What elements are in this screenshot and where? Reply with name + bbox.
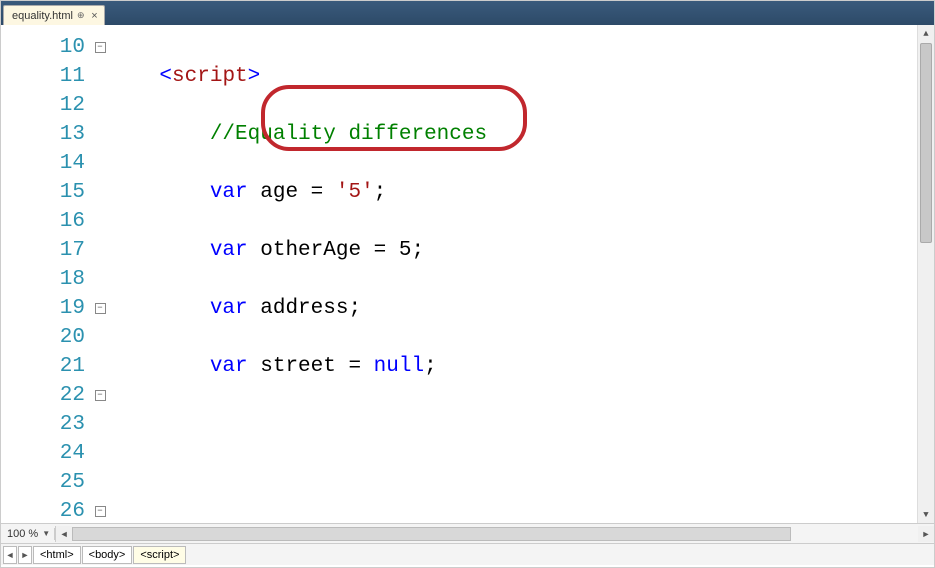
code-editor[interactable]: <script> //Equality differences var age …: [109, 25, 917, 523]
scroll-up-icon[interactable]: ▲: [918, 25, 934, 42]
line-number: 24: [1, 439, 85, 468]
vertical-scrollbar[interactable]: ▲ ▼: [917, 25, 934, 523]
fold-toggle[interactable]: −: [91, 381, 109, 410]
breadcrumb-bar: ◄ ► <html> <body> <script>: [1, 543, 934, 565]
kw-var: var: [210, 181, 248, 204]
kw-var: var: [210, 239, 248, 262]
line-number: 23: [1, 410, 85, 439]
tag-name: script: [172, 65, 248, 88]
code-text: age =: [248, 181, 336, 204]
line-number: 19: [1, 294, 85, 323]
zoom-control[interactable]: 100 % ▼: [1, 528, 55, 540]
scrollbar-thumb[interactable]: [920, 43, 932, 243]
code-text: ;: [424, 355, 437, 378]
fold-column: − − − −: [91, 25, 109, 523]
fold-toggle[interactable]: −: [91, 497, 109, 523]
breadcrumb-html[interactable]: <html>: [33, 546, 81, 564]
code-text: street =: [248, 355, 374, 378]
code-text: otherAge = 5;: [248, 239, 424, 262]
scrollbar-thumb[interactable]: [72, 527, 791, 541]
tab-equality[interactable]: equality.html ⊕ ×: [3, 5, 105, 25]
line-number: 21: [1, 352, 85, 381]
line-number: 25: [1, 468, 85, 497]
line-number: 17: [1, 236, 85, 265]
kw-var: var: [210, 297, 248, 320]
line-number: 15: [1, 178, 85, 207]
scroll-left-icon[interactable]: ◄: [56, 526, 72, 542]
scrollbar-track[interactable]: [72, 526, 918, 542]
chevron-down-icon[interactable]: ▼: [40, 529, 52, 538]
scroll-down-icon[interactable]: ▼: [918, 506, 934, 523]
line-number: 12: [1, 91, 85, 120]
scroll-right-icon[interactable]: ►: [918, 526, 934, 542]
kw-var: var: [210, 355, 248, 378]
code-text: ;: [374, 181, 387, 204]
line-number-gutter: 10 11 12 13 14 15 16 17 18 19 20 21 22 2…: [1, 25, 91, 523]
line-number: 10: [1, 33, 85, 62]
breadcrumb-forward-icon[interactable]: ►: [18, 546, 32, 564]
editor-area: 10 11 12 13 14 15 16 17 18 19 20 21 22 2…: [1, 25, 934, 523]
tab-filename: equality.html: [12, 10, 73, 22]
breadcrumb-body[interactable]: <body>: [82, 546, 133, 564]
tag-open: <: [159, 65, 172, 88]
zoom-level: 100 %: [7, 528, 38, 540]
string: '5': [336, 181, 374, 204]
line-number: 16: [1, 207, 85, 236]
horizontal-scrollbar[interactable]: ◄ ►: [55, 526, 934, 542]
pin-icon[interactable]: ⊕: [77, 10, 85, 21]
line-number: 22: [1, 381, 85, 410]
breadcrumb-back-icon[interactable]: ◄: [3, 546, 17, 564]
line-number: 11: [1, 62, 85, 91]
tag-close: >: [248, 65, 261, 88]
line-number: 20: [1, 323, 85, 352]
bottom-bar: 100 % ▼ ◄ ►: [1, 523, 934, 543]
tab-bar: equality.html ⊕ ×: [1, 1, 934, 25]
line-number: 18: [1, 265, 85, 294]
line-number: 14: [1, 149, 85, 178]
breadcrumb-script[interactable]: <script>: [133, 546, 186, 564]
code-text: address;: [248, 297, 361, 320]
comment: //Equality differences: [210, 123, 487, 146]
kw-null: null: [374, 355, 424, 378]
close-icon[interactable]: ×: [88, 10, 100, 22]
line-number: 13: [1, 120, 85, 149]
fold-toggle[interactable]: −: [91, 33, 109, 62]
line-number: 26: [1, 497, 85, 523]
fold-toggle[interactable]: −: [91, 294, 109, 323]
